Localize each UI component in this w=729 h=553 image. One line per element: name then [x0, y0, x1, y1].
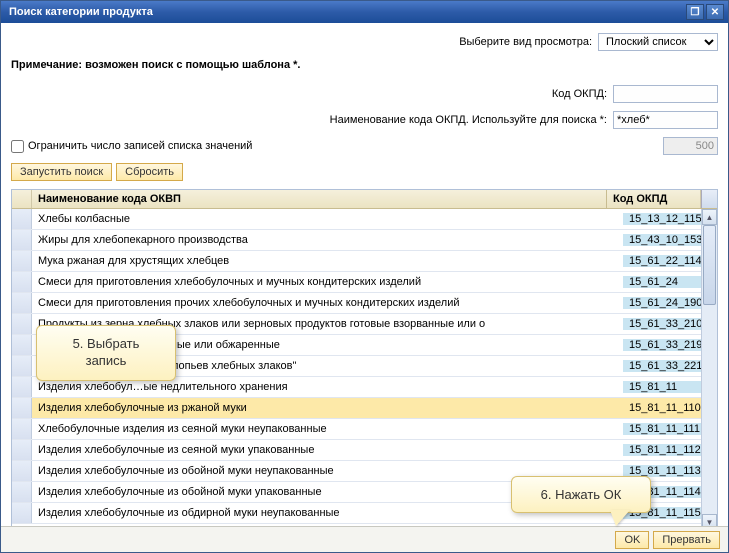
header-spacer [12, 190, 32, 208]
row-spacer [12, 251, 32, 271]
row-spacer [12, 209, 32, 229]
name-label: Наименование кода ОКПД. Используйте для … [330, 114, 607, 126]
reset-button[interactable]: Сбросить [116, 163, 183, 181]
cell-name: Смеси для приготовления хлебобулочных и … [32, 276, 623, 288]
footer-bar: OK Прервать [1, 526, 728, 552]
row-spacer [12, 230, 32, 250]
ok-button[interactable]: OK [615, 531, 649, 549]
table-row[interactable]: Изделия хлебобулочные из ржаной муки15_8… [12, 398, 717, 419]
row-spacer [12, 398, 32, 418]
limit-checkbox[interactable] [11, 140, 24, 153]
table-row[interactable]: Смеси для приготовления хлебобулочных и … [12, 272, 717, 293]
cell-name: Мука ржаная для хрустящих хлебцев [32, 255, 623, 267]
code-row: Код ОКПД: [11, 85, 718, 103]
row-spacer [12, 503, 32, 523]
table-row[interactable]: Хлебы колбасные15_13_12_115 [12, 209, 717, 230]
row-spacer [12, 440, 32, 460]
content-area: Выберите вид просмотра: Плоский список П… [1, 23, 728, 531]
note-text: Примечание: возможен поиск с помощью шаб… [11, 59, 718, 71]
view-select[interactable]: Плоский список [598, 33, 718, 51]
table-row[interactable]: Смеси для приготовления прочих хлебобуло… [12, 293, 717, 314]
limit-label: Ограничить число записей списка значений [28, 140, 252, 152]
code-label: Код ОКПД: [552, 88, 607, 100]
limit-input [663, 137, 718, 155]
table-row[interactable]: Изделия хлебобулочные из сеяной муки упа… [12, 440, 717, 461]
scroll-track[interactable] [702, 225, 717, 514]
row-spacer [12, 461, 32, 481]
view-row: Выберите вид просмотра: Плоский список [11, 33, 718, 51]
new-window-icon[interactable]: ❐ [686, 4, 704, 20]
cell-name: Жиры для хлебопекарного производства [32, 234, 623, 246]
buttons-row: Запустить поиск Сбросить [11, 163, 718, 181]
row-spacer [12, 419, 32, 439]
row-spacer [12, 377, 32, 397]
cell-name: Изделия хлебобулочные из сеяной муки упа… [32, 444, 623, 456]
row-spacer [12, 335, 32, 355]
callout-press-ok: 6. Нажать ОК [511, 476, 651, 513]
table-row[interactable]: Жиры для хлебопекарного производства15_4… [12, 230, 717, 251]
row-spacer [12, 272, 32, 292]
window-title: Поиск категории продукта [9, 6, 684, 18]
row-spacer [12, 293, 32, 313]
col-name-header[interactable]: Наименование кода ОКВП [32, 190, 607, 208]
code-input[interactable] [613, 85, 718, 103]
dialog-window: Поиск категории продукта ❐ ✕ Выберите ви… [0, 0, 729, 553]
table-row[interactable]: Хлебобулочные изделия из сеяной муки неу… [12, 419, 717, 440]
titlebar: Поиск категории продукта ❐ ✕ [1, 1, 728, 23]
run-search-button[interactable]: Запустить поиск [11, 163, 112, 181]
cell-name: Хлебобулочные изделия из сеяной муки неу… [32, 423, 623, 435]
scroll-header [701, 190, 717, 208]
scroll-thumb[interactable] [703, 225, 716, 305]
cancel-button[interactable]: Прервать [653, 531, 720, 549]
cell-name: Смеси для приготовления прочих хлебобуло… [32, 297, 623, 309]
table-row[interactable]: Мука ржаная для хрустящих хлебцев15_61_2… [12, 251, 717, 272]
row-spacer [12, 314, 32, 334]
cell-name: Изделия хлебобул…ые недлительного хранен… [32, 381, 623, 393]
limit-row: Ограничить число записей списка значений [11, 137, 718, 155]
cell-name: Изделия хлебобулочные из ржаной муки [32, 402, 623, 414]
close-icon[interactable]: ✕ [706, 4, 724, 20]
view-label: Выберите вид просмотра: [459, 36, 592, 48]
row-spacer [12, 482, 32, 502]
callout-select-record: 5. Выбрать запись [36, 325, 176, 381]
table-header: Наименование кода ОКВП Код ОКПД [12, 190, 717, 209]
col-code-header[interactable]: Код ОКПД [607, 190, 701, 208]
cell-name: Хлебы колбасные [32, 213, 623, 225]
scroll-up-icon[interactable]: ▲ [702, 209, 717, 225]
row-spacer [12, 356, 32, 376]
search-input[interactable] [613, 111, 718, 129]
name-row: Наименование кода ОКПД. Используйте для … [11, 111, 718, 129]
vertical-scrollbar[interactable]: ▲ ▼ [701, 209, 717, 530]
